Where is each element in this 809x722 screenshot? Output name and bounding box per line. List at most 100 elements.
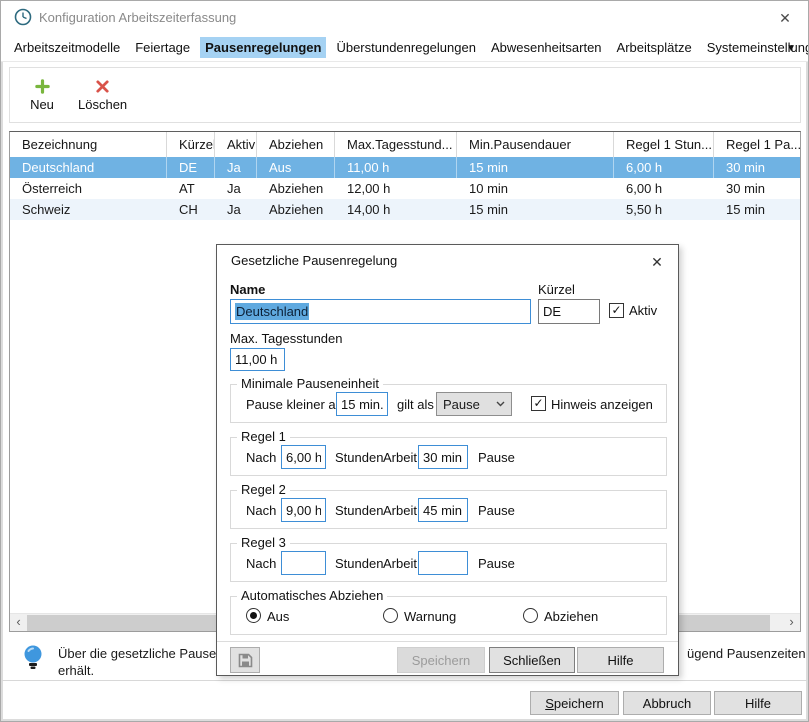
auto-abziehen-group: Automatisches Abziehen Aus Warnung Abzie… [230, 596, 667, 635]
dialog-close-button[interactable]: Schließen [489, 647, 575, 673]
kuerzel-input[interactable] [538, 299, 600, 324]
regel-1-group: Regel 1 Nach Stunden Arbeit Pause [230, 437, 667, 476]
scroll-right-icon[interactable]: › [783, 614, 800, 631]
regel-3-stunden-input[interactable] [281, 551, 326, 575]
auto-abziehen-legend: Automatisches Abziehen [237, 588, 387, 603]
cell: Aus [257, 157, 335, 178]
nach-label: Nach [246, 556, 276, 571]
min-pause-group-legend: Minimale Pauseneinheit [237, 376, 383, 391]
cell: Deutschland [10, 157, 167, 178]
tab-arbeitsplaetze[interactable]: Arbeitsplätze [612, 37, 697, 58]
cell: Schweiz [10, 199, 167, 220]
column-header[interactable]: Aktiv [215, 132, 257, 157]
name-input-selected-text: Deutschland [235, 303, 309, 320]
regel-3-group: Regel 3 Nach Stunden Arbeit Pause [230, 543, 667, 582]
aktiv-checkbox[interactable]: ✓ [609, 303, 624, 318]
regel-3-legend: Regel 3 [237, 535, 290, 550]
stunden-label: Stunden [335, 503, 383, 518]
nach-label: Nach [246, 450, 276, 465]
column-header[interactable]: Regel 1 Pa... [714, 132, 800, 157]
dialog-help-button[interactable]: Hilfe [577, 647, 664, 673]
name-label: Name [230, 282, 265, 297]
cell: Abziehen [257, 199, 335, 220]
column-header[interactable]: Regel 1 Stun... [614, 132, 714, 157]
cell: 6,00 h [614, 157, 714, 178]
regel-2-pause-input[interactable] [418, 498, 468, 522]
tab-pausenregelungen[interactable]: Pausenregelungen [200, 37, 326, 58]
cancel-button[interactable]: Abbruch [623, 691, 711, 715]
cell: AT [167, 178, 215, 199]
cell: Abziehen [257, 178, 335, 199]
delete-button-label: Löschen [78, 97, 127, 112]
tab-abwesenheitsarten[interactable]: Abwesenheitsarten [486, 37, 607, 58]
pause-rule-dialog: Gesetzliche Pausenregelung ✕ Name Kürzel… [216, 244, 679, 676]
dialog-save-button[interactable]: Speichern [397, 647, 485, 673]
radio-abziehen[interactable] [523, 608, 538, 623]
radio-warnung[interactable] [383, 608, 398, 623]
min-pause-input[interactable] [336, 392, 388, 416]
delete-button[interactable]: Löschen [74, 71, 131, 119]
column-header[interactable]: Kürzel [167, 132, 215, 157]
gilt-als-label: gilt als [397, 397, 434, 412]
info-text-line2: erhält. [58, 663, 94, 678]
max-tagesstunden-label: Max. Tagesstunden [230, 331, 343, 346]
tab-ueberstundenregelungen[interactable]: Überstundenregelungen [331, 37, 481, 58]
regel-1-stunden-input[interactable] [281, 445, 326, 469]
arbeit-label: Arbeit [383, 503, 417, 518]
hinweis-checkbox[interactable]: ✓ [531, 396, 546, 411]
pause-label: Pause [478, 556, 515, 571]
help-button[interactable]: Hilfe [714, 691, 802, 715]
cell: 6,00 h [614, 178, 714, 199]
cell: Ja [215, 178, 257, 199]
dialog-save-disk-button[interactable] [230, 647, 260, 673]
regel-3-pause-input[interactable] [418, 551, 468, 575]
cell: Ja [215, 199, 257, 220]
info-text-line1-right: ügend Pausenzeiten [687, 646, 806, 661]
regel-2-stunden-input[interactable] [281, 498, 326, 522]
tab-bar: Arbeitszeitmodelle Feiertage Pausenregel… [1, 33, 808, 62]
cell: 14,00 h [335, 199, 457, 220]
plus-icon [35, 79, 50, 94]
name-input[interactable]: Deutschland [230, 299, 531, 324]
max-tagesstunden-input[interactable] [230, 348, 285, 371]
dialog-title: Gesetzliche Pausenregelung [231, 253, 397, 268]
tab-feiertage[interactable]: Feiertage [130, 37, 195, 58]
pause-label: Pause [478, 503, 515, 518]
cell: 10 min [457, 178, 614, 199]
window-title: Konfiguration Arbeitszeiterfassung [39, 10, 236, 25]
stunden-label: Stunden [335, 450, 383, 465]
table-header-row: Bezeichnung Kürzel Aktiv Abziehen Max.Ta… [10, 132, 800, 157]
min-pause-group: Minimale Pauseneinheit Pause kleiner als… [230, 384, 667, 423]
save-button[interactable]: Speichern [530, 691, 619, 715]
table-row-deutschland[interactable]: Deutschland DE Ja Aus 11,00 h 15 min 6,0… [10, 157, 800, 178]
tab-overflow-icon[interactable]: ▼ [786, 43, 796, 54]
cell: 11,00 h [335, 157, 457, 178]
column-header[interactable]: Bezeichnung [10, 132, 167, 157]
regel-1-pause-input[interactable] [418, 445, 468, 469]
window-close-icon[interactable]: ✕ [774, 7, 796, 29]
column-header[interactable]: Max.Tagesstund... [335, 132, 457, 157]
arbeit-label: Arbeit [383, 450, 417, 465]
cell: Österreich [10, 178, 167, 199]
tab-arbeitszeitmodelle[interactable]: Arbeitszeitmodelle [9, 37, 125, 58]
cell: DE [167, 157, 215, 178]
cell: 15 min [457, 199, 614, 220]
column-header[interactable]: Min.Pausendauer [457, 132, 614, 157]
dialog-close-icon[interactable]: ✕ [646, 251, 668, 273]
chevron-down-icon [496, 401, 505, 407]
regel-1-legend: Regel 1 [237, 429, 290, 444]
pause-label: Pause [478, 450, 515, 465]
gilt-als-select[interactable]: Pause [436, 392, 512, 416]
column-header[interactable]: Abziehen [257, 132, 335, 157]
table-row-schweiz[interactable]: Schweiz CH Ja Abziehen 14,00 h 15 min 5,… [10, 199, 800, 220]
radio-aus-label: Aus [267, 609, 289, 624]
cell: 15 min [457, 157, 614, 178]
radio-aus[interactable] [246, 608, 261, 623]
footer-divider [2, 680, 807, 681]
stunden-label: Stunden [335, 556, 383, 571]
table-row-oesterreich[interactable]: Österreich AT Ja Abziehen 12,00 h 10 min… [10, 178, 800, 199]
cell: 15 min [714, 199, 800, 220]
scroll-left-icon[interactable]: ‹ [10, 614, 27, 631]
clock-app-icon [14, 8, 32, 26]
new-button[interactable]: Neu [20, 71, 64, 119]
